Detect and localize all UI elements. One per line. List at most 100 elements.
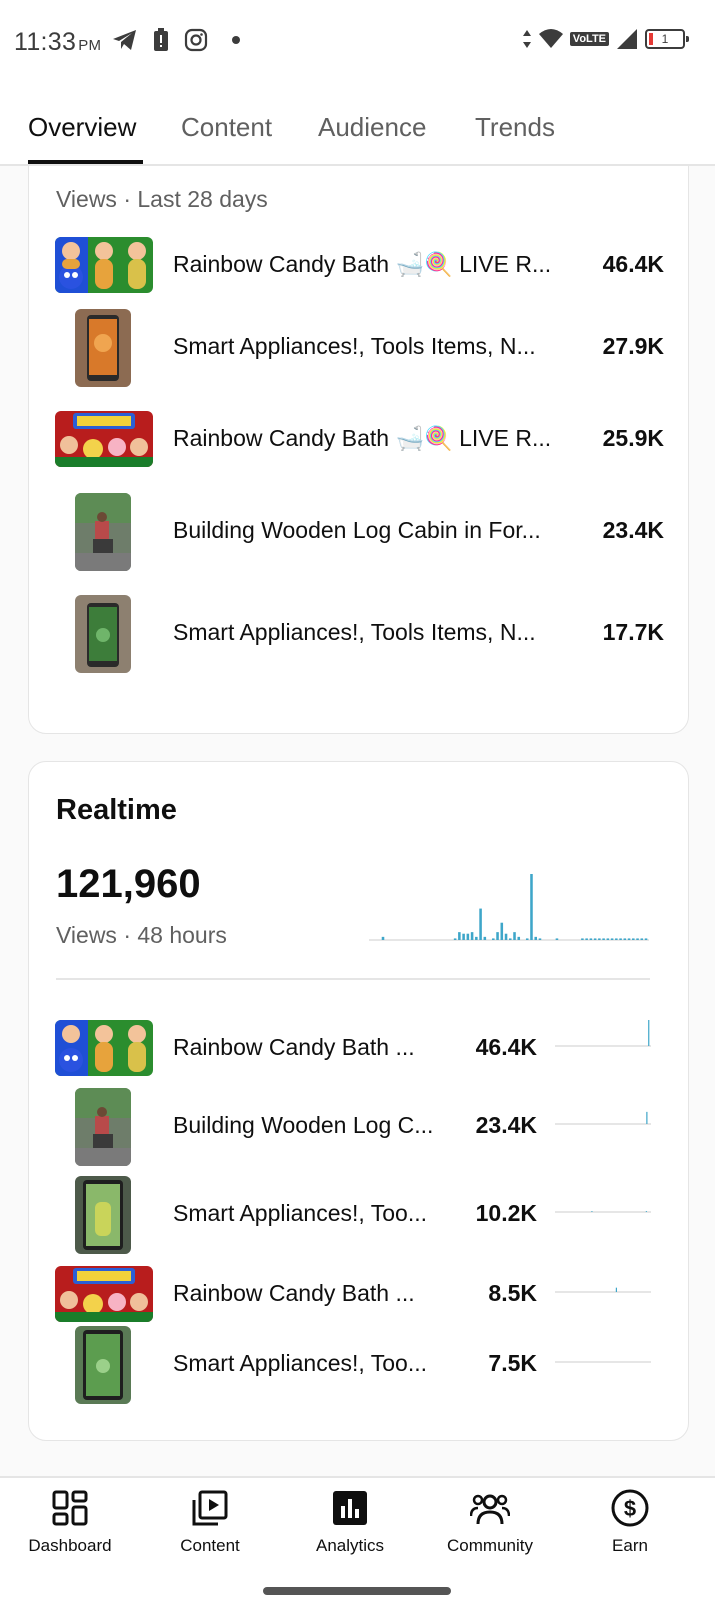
chart-bar	[538, 938, 542, 940]
realtime-row[interactable]: Building Wooden Log C... 23.4K	[29, 1088, 690, 1166]
chart-bar	[640, 938, 644, 940]
video-thumbnail	[75, 493, 131, 571]
video-title: Building Wooden Log C...	[173, 1112, 434, 1138]
video-thumbnail	[55, 1266, 153, 1322]
video-sparkline	[555, 1211, 651, 1213]
volte-icon: VoLTE	[569, 32, 609, 46]
svg-text:$: $	[624, 1496, 636, 1521]
chart-bar	[453, 938, 457, 940]
video-title: Building Wooden Log Cabin in For...	[173, 517, 541, 543]
earn-icon: $	[611, 1489, 649, 1527]
chart-bar	[598, 938, 601, 940]
signal-icon	[617, 29, 637, 49]
tab-content[interactable]: Content	[181, 112, 272, 143]
realtime-row[interactable]: Smart Appliances!, Too... 10.2K	[29, 1176, 690, 1254]
sparkline-bar	[646, 1111, 648, 1124]
chart-bar	[492, 938, 495, 940]
top-content-row[interactable]: Smart Appliances!, Tools Items, N... 27.…	[29, 309, 690, 389]
video-sparkline	[555, 1111, 651, 1125]
realtime-card: Realtime 121,960 Views · 48 hours Rainbo…	[28, 761, 689, 1441]
alert-battery-icon	[154, 28, 168, 51]
chart-bar	[466, 933, 470, 940]
scroll-content[interactable]: Views · Last 28 days Rainbow Candy Bath …	[0, 166, 715, 1476]
realtime-row[interactable]: Rainbow Candy Bath ... 46.4K	[29, 1010, 690, 1086]
chart-bar	[509, 938, 512, 940]
chart-bar	[555, 938, 559, 940]
video-thumbnail	[75, 1088, 131, 1166]
realtime-title: Realtime	[56, 794, 177, 826]
video-views: 7.5K	[488, 1350, 537, 1376]
tab-trends[interactable]: Trends	[475, 112, 555, 143]
chart-bar	[619, 938, 622, 940]
sparkline-bar	[615, 1287, 617, 1292]
video-views: 25.9K	[602, 425, 664, 451]
status-time: 11:33 PM	[14, 28, 102, 56]
chart-bar	[593, 938, 597, 940]
nav-analytics[interactable]: Analytics	[290, 1488, 410, 1556]
chart-bar	[470, 932, 474, 940]
instagram-icon	[184, 28, 208, 52]
chart-bar	[496, 932, 499, 940]
chart-bar	[381, 936, 385, 940]
sparkline-bar	[648, 1020, 650, 1046]
video-thumbnail	[75, 309, 131, 387]
nav-dashboard[interactable]: Dashboard	[10, 1488, 130, 1556]
realtime-total-views: 121,960	[56, 862, 201, 906]
top-content-row[interactable]: Building Wooden Log Cabin in For... 23.4…	[29, 493, 690, 573]
video-views: 23.4K	[602, 517, 664, 543]
sparkline-bar	[645, 1211, 648, 1212]
video-title: Rainbow Candy Bath 🛁🍭 LIVE R...	[173, 251, 552, 277]
sparkline-bar	[591, 1211, 593, 1212]
realtime-row[interactable]: Rainbow Candy Bath ... 8.5K	[29, 1256, 690, 1332]
chart-bar	[517, 936, 521, 940]
chart-bar	[530, 874, 533, 940]
wifi-icon	[538, 29, 563, 48]
video-title: Smart Appliances!, Too...	[173, 1200, 427, 1226]
chart-bar	[636, 938, 639, 940]
realtime-row[interactable]: Smart Appliances!, Too... 7.5K	[29, 1326, 690, 1404]
video-title: Rainbow Candy Bath ...	[173, 1034, 415, 1060]
active-tab-indicator	[28, 160, 143, 164]
top-content-card: Views · Last 28 days Rainbow Candy Bath …	[28, 166, 689, 734]
nav-label: Analytics	[315, 1536, 385, 1555]
video-title: Smart Appliances!, Tools Items, N...	[173, 619, 536, 645]
nav-community[interactable]: Community	[430, 1488, 550, 1556]
video-title: Smart Appliances!, Tools Items, N...	[173, 333, 536, 359]
top-content-row[interactable]: Rainbow Candy Bath 🛁🍭 LIVE R... 25.9K	[29, 401, 690, 481]
notification-dot	[232, 36, 240, 44]
video-thumbnail	[75, 1176, 131, 1254]
nav-content[interactable]: Content	[150, 1488, 270, 1556]
top-content-row[interactable]: Rainbow Candy Bath 🛁🍭 LIVE R... 46.4K	[29, 227, 690, 307]
chart-bar	[602, 938, 605, 940]
chart-bar	[475, 936, 478, 940]
status-icons-right: VoLTE 1	[522, 28, 689, 50]
video-sparkline	[555, 1287, 651, 1293]
video-views: 27.9K	[602, 333, 664, 359]
chart-bar	[458, 932, 461, 940]
home-indicator	[263, 1587, 451, 1595]
chart-bar	[504, 933, 508, 940]
nav-earn[interactable]: $ Earn	[570, 1488, 690, 1556]
video-sparkline	[555, 1361, 651, 1363]
video-title: Rainbow Candy Bath ...	[173, 1280, 415, 1306]
tab-overview[interactable]: Overview	[28, 112, 136, 143]
video-sparkline	[555, 1020, 651, 1047]
analytics-icon	[333, 1491, 367, 1525]
video-thumbnail	[75, 595, 131, 673]
chart-bar	[632, 938, 635, 940]
chart-bar	[462, 933, 465, 940]
content-icon	[192, 1490, 228, 1526]
video-thumbnail	[75, 1326, 131, 1404]
video-views: 8.5K	[488, 1280, 537, 1306]
nav-label: Community	[447, 1536, 533, 1555]
top-content-row[interactable]: Smart Appliances!, Tools Items, N... 17.…	[29, 595, 690, 675]
battery-icon: 1	[645, 29, 689, 49]
chart-bar	[500, 922, 504, 940]
divider	[56, 978, 650, 980]
chart-bar	[525, 938, 529, 940]
video-views: 46.4K	[475, 1034, 537, 1060]
tab-audience[interactable]: Audience	[318, 112, 426, 143]
status-bar: 11:33 PM VoLTE 1	[0, 0, 715, 84]
video-views: 17.7K	[602, 619, 664, 645]
video-views: 23.4K	[475, 1112, 537, 1138]
